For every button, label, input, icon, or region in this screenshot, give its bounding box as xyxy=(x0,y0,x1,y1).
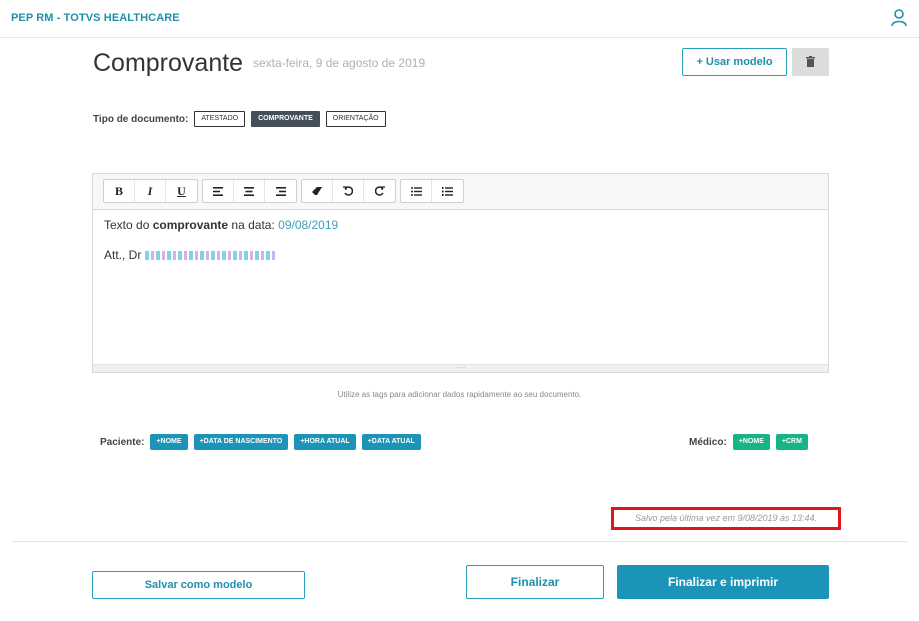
doctor-tags: Médico: +NOME +CRM xyxy=(689,434,814,450)
page-title: Comprovante xyxy=(93,49,244,77)
app-title: PEP RM - TOTVS HEALTHCARE xyxy=(11,12,180,24)
save-template-button[interactable]: Salvar como modelo xyxy=(92,571,305,599)
chip-atestado[interactable]: ATESTADO xyxy=(194,111,246,127)
editor-line-1: Texto do comprovante na data: 09/08/2019 xyxy=(104,218,817,236)
trash-icon xyxy=(806,56,815,67)
align-group xyxy=(202,179,297,203)
chip-comprovante[interactable]: COMPROVANTE xyxy=(251,111,320,127)
chip-orientacao[interactable]: ORIENTAÇÃO xyxy=(325,111,386,127)
redacted-name xyxy=(145,250,276,260)
top-bar: PEP RM - TOTVS HEALTHCARE xyxy=(0,0,919,38)
italic-icon[interactable]: I xyxy=(135,180,166,202)
finalize-print-button[interactable]: Finalizar e imprimir xyxy=(617,565,829,599)
use-template-button[interactable]: + Usar modelo xyxy=(682,48,787,76)
tag-current-date[interactable]: +DATA ATUAL xyxy=(361,434,421,450)
numbered-list-icon[interactable] xyxy=(432,180,463,202)
underline-icon[interactable]: U xyxy=(166,180,197,202)
text-prefix: Texto do xyxy=(104,218,150,232)
bullet-list-icon[interactable] xyxy=(401,180,432,202)
text-mid: na data: xyxy=(231,218,275,232)
editor-content[interactable]: Texto do comprovante na data: 09/08/2019… xyxy=(93,210,828,270)
editor-resize-handle[interactable]: ····· xyxy=(93,364,828,372)
doctor-tags-label: Médico: xyxy=(689,436,727,448)
history-group xyxy=(301,179,396,203)
redo-icon[interactable] xyxy=(364,180,395,202)
align-center-icon[interactable] xyxy=(234,180,265,202)
tags-hint: Utilize as tags para adicionar dados rap… xyxy=(337,390,582,399)
user-icon[interactable] xyxy=(891,9,907,27)
document-date: sexta-feira, 9 de agosto de 2019 xyxy=(253,56,426,70)
editor-line-2: Att., Dr xyxy=(104,248,817,262)
document-type-label: Tipo de documento: xyxy=(93,113,189,125)
text-editor[interactable]: B I U Texto do comprovante na data: 09/0… xyxy=(92,173,829,373)
bold-icon[interactable]: B xyxy=(104,180,135,202)
finalize-button[interactable]: Finalizar xyxy=(466,565,604,599)
tag-doctor-name[interactable]: +NOME xyxy=(732,434,770,450)
footer-divider xyxy=(12,541,907,542)
list-group xyxy=(400,179,464,203)
tag-patient-birthdate[interactable]: +DATA DE NASCIMENTO xyxy=(193,434,289,450)
tag-current-time[interactable]: +HORA ATUAL xyxy=(294,434,356,450)
eraser-icon[interactable] xyxy=(302,180,333,202)
align-left-icon[interactable] xyxy=(203,180,234,202)
editor-toolbar: B I U xyxy=(93,174,828,210)
document-type-row: Tipo de documento: ATESTADO COMPROVANTE … xyxy=(93,111,392,127)
patient-tags-label: Paciente: xyxy=(100,436,145,448)
align-right-icon[interactable] xyxy=(265,180,296,202)
tag-doctor-crm[interactable]: +CRM xyxy=(775,434,808,450)
tag-patient-name[interactable]: +NOME xyxy=(150,434,188,450)
last-saved-status: Salvo pela última vez em 9/08/2019 às 13… xyxy=(611,507,841,530)
delete-button[interactable] xyxy=(792,48,829,76)
text-date: 09/08/2019 xyxy=(278,218,339,232)
text-bold: comprovante xyxy=(152,218,229,232)
patient-tags: Paciente: +NOME +DATA DE NASCIMENTO +HOR… xyxy=(100,434,427,450)
format-group: B I U xyxy=(103,179,198,203)
undo-icon[interactable] xyxy=(333,180,364,202)
signature-prefix: Att., Dr xyxy=(104,248,142,262)
